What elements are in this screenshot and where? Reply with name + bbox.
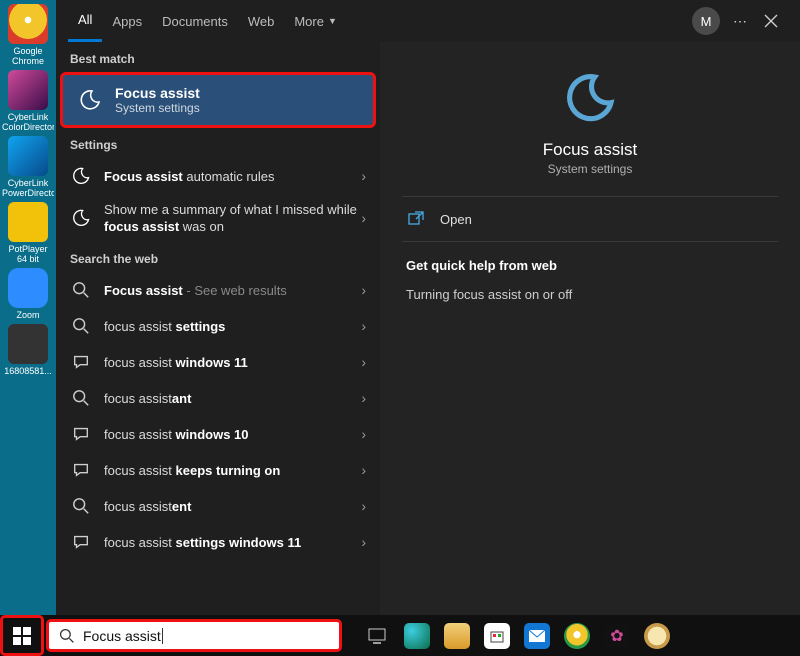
desktop-icon[interactable]: PotPlayer 64 bit bbox=[4, 202, 52, 264]
tab-more[interactable]: More▼ bbox=[284, 0, 347, 42]
web-result[interactable]: focus assist windows 11 › bbox=[56, 344, 380, 380]
open-action[interactable]: Open bbox=[402, 197, 778, 241]
web-result[interactable]: focus assist keeps turning on › bbox=[56, 452, 380, 488]
search-icon bbox=[70, 279, 92, 301]
web-result[interactable]: focus assist settings windows 11 › bbox=[56, 524, 380, 560]
web-result[interactable]: focus assistant › bbox=[56, 380, 380, 416]
search-value: Focus assist bbox=[83, 628, 161, 644]
search-icon bbox=[59, 628, 75, 644]
search-icon bbox=[70, 315, 92, 337]
search-icon bbox=[70, 495, 92, 517]
chevron-right-icon: › bbox=[361, 318, 366, 334]
tab-web[interactable]: Web bbox=[238, 0, 285, 42]
chevron-right-icon: › bbox=[361, 210, 366, 226]
desktop-icon-column: Google Chrome CyberLink ColorDirector Cy… bbox=[0, 0, 56, 615]
detail-subtitle: System settings bbox=[548, 162, 633, 176]
chevron-right-icon: › bbox=[361, 354, 366, 370]
text-cursor bbox=[162, 628, 163, 644]
taskbar-app-chrome[interactable] bbox=[560, 618, 594, 654]
chevron-right-icon: › bbox=[361, 168, 366, 184]
search-scope-tabs: All Apps Documents Web More▼ M ⋯ bbox=[56, 0, 800, 42]
chat-icon bbox=[70, 351, 92, 373]
section-settings: Settings bbox=[56, 128, 380, 158]
detail-pane: Focus assist System settings Open Get qu… bbox=[380, 42, 800, 615]
moon-icon bbox=[70, 207, 92, 229]
open-icon bbox=[406, 211, 426, 227]
moon-icon bbox=[70, 165, 92, 187]
quick-help-link[interactable]: Turning focus assist on or off bbox=[402, 283, 778, 306]
results-list: Best match Focus assist System settings … bbox=[56, 42, 380, 615]
best-match-subtitle: System settings bbox=[115, 101, 200, 115]
taskbar-pinned-apps: ✿ bbox=[360, 618, 674, 654]
open-label: Open bbox=[440, 212, 472, 227]
section-best-match: Best match bbox=[56, 42, 380, 72]
close-icon bbox=[764, 14, 778, 28]
chevron-right-icon: › bbox=[361, 534, 366, 550]
taskbar-search-input[interactable]: Focus assist bbox=[46, 619, 342, 652]
settings-result[interactable]: Focus assist automatic rules › bbox=[56, 158, 380, 194]
user-avatar[interactable]: M bbox=[692, 7, 720, 35]
chat-icon bbox=[70, 423, 92, 445]
taskbar-app-task-view[interactable] bbox=[360, 618, 394, 654]
tab-all[interactable]: All bbox=[68, 0, 102, 42]
best-match-title: Focus assist bbox=[115, 85, 200, 101]
web-result[interactable]: focus assistent › bbox=[56, 488, 380, 524]
chevron-right-icon: › bbox=[361, 462, 366, 478]
desktop-icon[interactable]: Google Chrome bbox=[4, 4, 52, 66]
best-match-result[interactable]: Focus assist System settings bbox=[60, 72, 376, 128]
quick-help-heading: Get quick help from web bbox=[402, 242, 778, 283]
search-icon bbox=[70, 387, 92, 409]
taskbar: Focus assist ✿ bbox=[0, 615, 800, 656]
tab-documents[interactable]: Documents bbox=[152, 0, 238, 42]
taskbar-app-paint[interactable] bbox=[640, 618, 674, 654]
section-search-web: Search the web bbox=[56, 242, 380, 272]
chat-icon bbox=[70, 531, 92, 553]
start-button[interactable] bbox=[0, 615, 44, 656]
chevron-right-icon: › bbox=[361, 426, 366, 442]
desktop-icon[interactable]: CyberLink PowerDirector bbox=[4, 136, 52, 198]
taskbar-app-store[interactable] bbox=[480, 618, 514, 654]
desktop-icon[interactable]: 16808581... bbox=[4, 324, 52, 376]
taskbar-app-file-explorer[interactable] bbox=[440, 618, 474, 654]
close-button[interactable] bbox=[754, 7, 788, 35]
web-result[interactable]: focus assist windows 10 › bbox=[56, 416, 380, 452]
chevron-right-icon: › bbox=[361, 282, 366, 298]
more-options-button[interactable]: ⋯ bbox=[726, 7, 754, 35]
desktop-icon[interactable]: Zoom bbox=[4, 268, 52, 320]
web-result[interactable]: Focus assist - See web results › bbox=[56, 272, 380, 308]
detail-title: Focus assist bbox=[543, 140, 637, 160]
desktop-icon[interactable]: CyberLink ColorDirector bbox=[4, 70, 52, 132]
moon-icon bbox=[77, 87, 103, 113]
web-result[interactable]: focus assist settings › bbox=[56, 308, 380, 344]
taskbar-app-generic-1[interactable]: ✿ bbox=[600, 618, 634, 654]
taskbar-app-mail[interactable] bbox=[520, 618, 554, 654]
taskbar-app-edge[interactable] bbox=[400, 618, 434, 654]
chevron-down-icon: ▼ bbox=[328, 16, 337, 26]
windows-logo-icon bbox=[13, 627, 31, 645]
moon-icon bbox=[562, 70, 618, 126]
chevron-right-icon: › bbox=[361, 498, 366, 514]
settings-result[interactable]: Show me a summary of what I missed while… bbox=[56, 194, 380, 242]
tab-apps[interactable]: Apps bbox=[102, 0, 152, 42]
chat-icon bbox=[70, 459, 92, 481]
chevron-right-icon: › bbox=[361, 390, 366, 406]
task-view-icon bbox=[367, 626, 387, 646]
search-flyout: All Apps Documents Web More▼ M ⋯ Best ma… bbox=[56, 0, 800, 615]
